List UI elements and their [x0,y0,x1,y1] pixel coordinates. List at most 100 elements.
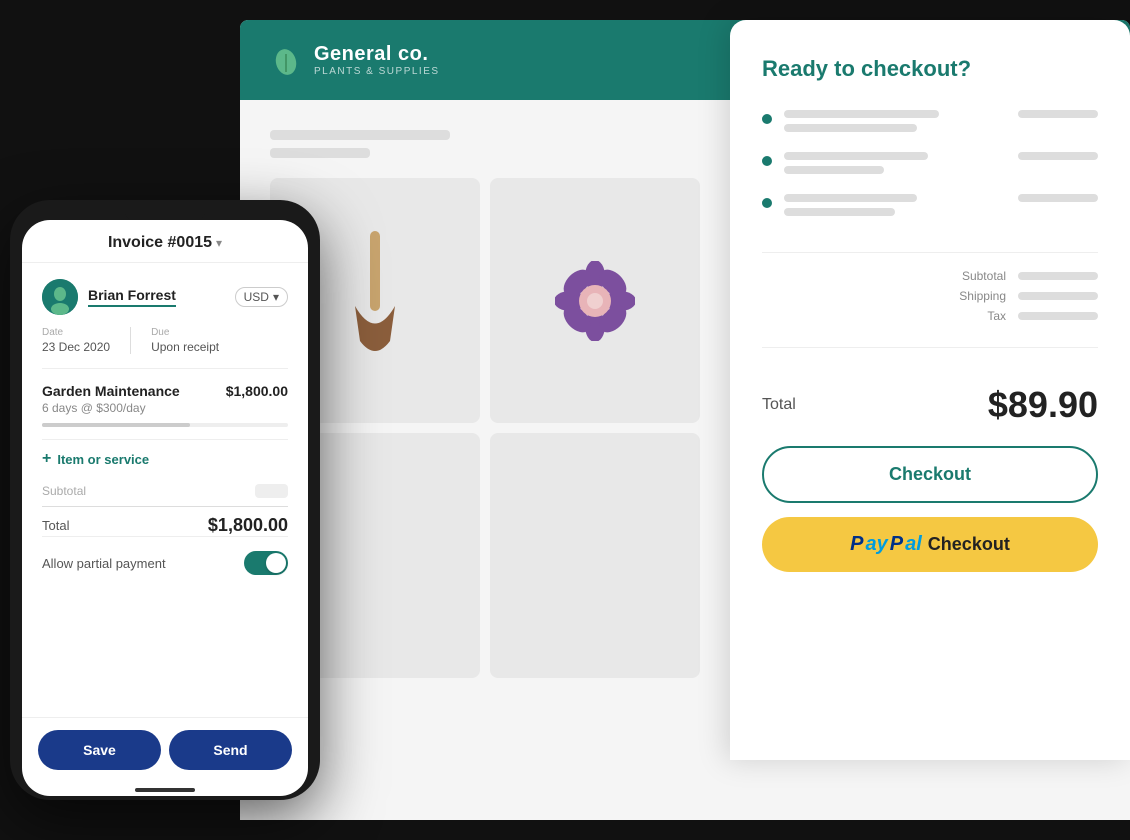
subtotal-summary-label: Subtotal [962,269,1006,283]
checkout-item-line-b [784,124,917,132]
paypal-al-icon: al [905,533,922,556]
checkout-item-lines-1 [784,110,1006,132]
checkout-item-3 [762,194,1098,216]
item-price: $1,800.00 [226,383,288,399]
add-icon: + [42,450,51,468]
save-button[interactable]: Save [38,730,161,770]
total-label: Total [42,518,69,533]
client-name: Brian Forrest [88,287,176,303]
subtotal-summary-val [1018,272,1098,280]
checkout-total-amount: $89.90 [988,384,1098,426]
checkout-item-line-c [784,152,928,160]
date-row: Date 23 Dec 2020 Due Upon receipt [42,327,288,369]
product-card-4 [490,433,700,678]
currency-chevron-icon: ▾ [273,290,279,304]
checkout-summary-divider [762,252,1098,253]
checkout-item-lines-2 [784,152,1006,174]
paypal-checkout-button[interactable]: P ay P al Checkout [762,517,1098,572]
chevron-down-icon[interactable]: ▾ [216,236,222,250]
checkout-item-2 [762,152,1098,174]
subtotal-value [255,484,288,498]
checkout-total-divider [762,347,1098,348]
checkout-item-right-1 [1018,110,1098,118]
phone-home-bar [135,788,195,792]
name-underline [88,305,176,307]
checkout-total-label: Total [762,396,796,414]
item-desc: 6 days @ $300/day [42,401,288,415]
shipping-summary-val [1018,292,1098,300]
date-divider [130,327,131,354]
line-item: Garden Maintenance $1,800.00 6 days @ $3… [42,383,288,427]
checkout-item-line-f [784,208,895,216]
paypal-p-icon: P [850,533,863,556]
item-progress-bar [42,423,288,427]
checkout-right-line-b [1018,152,1098,160]
checkout-item-line-a [784,110,939,118]
phone-body: Brian Forrest USD ▾ Date 23 Dec 2020 Due [22,263,308,717]
add-item-label: Item or service [57,452,149,467]
checkout-right-line-c [1018,194,1098,202]
partial-payment-label: Allow partial payment [42,556,166,571]
invoice-title: Invoice #0015 [108,234,212,252]
item-divider [42,439,288,440]
checkout-item-line-d [784,166,884,174]
tax-summary-val [1018,312,1098,320]
subtotal-row: Subtotal [42,484,288,498]
due-block: Due Upon receipt [151,327,219,354]
avatar [42,279,78,315]
checkout-right-line-a [1018,110,1098,118]
add-item-row[interactable]: + Item or service [42,450,288,468]
product-card-gear [490,178,700,423]
phone-footer: Save Send [22,717,308,782]
checkout-dot-2 [762,156,772,166]
tax-summary-label: Tax [987,309,1006,323]
item-progress-fill [42,423,190,427]
client-info: Brian Forrest [42,279,176,315]
send-button[interactable]: Send [169,730,292,770]
company-info: General co. PLANTS & SUPPLIES [314,43,440,77]
line-item-header: Garden Maintenance $1,800.00 [42,383,288,399]
skeleton-sub [270,148,370,158]
shipping-summary-label: Shipping [959,289,1006,303]
checkout-item-right-2 [1018,152,1098,160]
tax-summary-row: Tax [987,309,1098,323]
checkout-button[interactable]: Checkout [762,446,1098,503]
subtotal-label: Subtotal [42,484,86,498]
checkout-item-right-3 [1018,194,1098,202]
checkout-modal-title: Ready to checkout? [762,56,1098,82]
phone-notch [125,212,205,220]
skeleton-title [270,130,450,140]
shipping-summary-row: Shipping [959,289,1098,303]
item-name: Garden Maintenance [42,383,180,399]
phone-invoice-header: Invoice #0015 ▾ [22,220,308,263]
toggle-knob [266,553,286,573]
partial-payment-row: Allow partial payment [42,536,288,589]
paypal-p2-icon: P [890,533,903,556]
product-grid [270,178,700,678]
currency-badge[interactable]: USD ▾ [235,287,288,307]
checkout-summary: Subtotal Shipping Tax [762,269,1098,323]
partial-payment-toggle[interactable] [244,551,288,575]
currency-label: USD [244,290,269,304]
paypal-checkout-text: Checkout [928,534,1010,555]
date-value: 23 Dec 2020 [42,340,110,354]
gear-flower-icon [555,261,635,341]
total-divider [42,506,288,507]
phone-screen: Invoice #0015 ▾ Brian Forrest [22,220,308,796]
checkout-dot-3 [762,198,772,208]
checkout-total-section: Total $89.90 [762,384,1098,426]
checkout-item-lines-3 [784,194,1006,216]
shovel-icon [340,231,410,371]
client-row: Brian Forrest USD ▾ [42,279,288,315]
total-row: Total $1,800.00 [42,515,288,536]
client-name-block: Brian Forrest [88,287,176,307]
subtotal-summary-row: Subtotal [962,269,1098,283]
company-name: General co. [314,43,440,66]
leaf-icon [270,44,302,76]
due-label-text: Due [151,327,219,338]
checkout-item-line-e [784,194,917,202]
checkout-modal: Ready to checkout? [730,20,1130,760]
phone-mockup: Invoice #0015 ▾ Brian Forrest [10,200,320,800]
company-subtitle: PLANTS & SUPPLIES [314,66,440,77]
checkout-dot-1 [762,114,772,124]
